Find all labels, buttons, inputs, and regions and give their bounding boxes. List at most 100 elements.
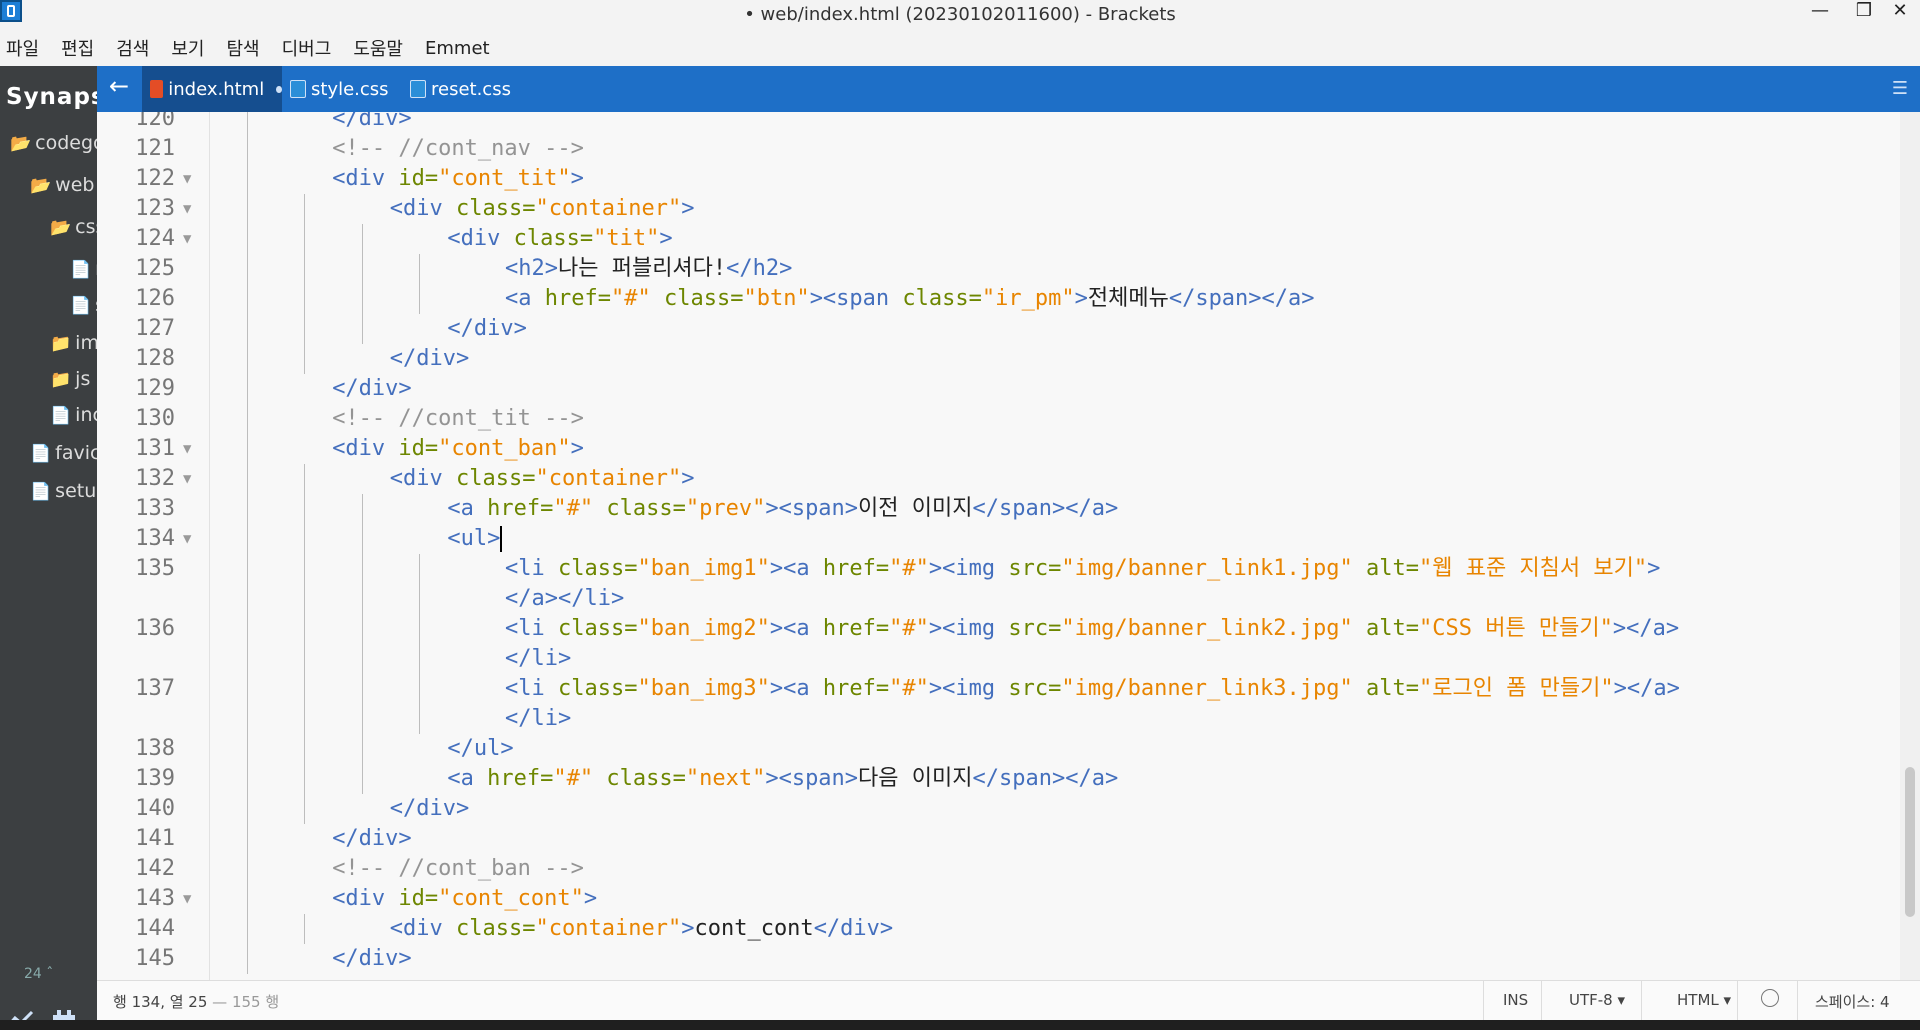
code-line[interactable]: 145 </div> bbox=[97, 944, 1900, 974]
tree-item-setup[interactable]: 📄setup bbox=[30, 480, 97, 502]
tree-item-css-file-1[interactable]: 📄r bbox=[70, 258, 97, 280]
code-token: "#" bbox=[553, 496, 607, 521]
menu-help[interactable]: 도움말 bbox=[353, 35, 403, 61]
code-line[interactable]: </li> bbox=[97, 704, 1900, 734]
code-line[interactable]: 138 </ul> bbox=[97, 734, 1900, 764]
code-text: <!-- //cont_ban --> bbox=[332, 854, 584, 884]
close-icon[interactable]: ✕ bbox=[1880, 0, 1920, 26]
fold-arrow-icon[interactable]: ▼ bbox=[183, 164, 191, 194]
indent-guide bbox=[304, 284, 306, 314]
tab-style-css[interactable]: style.css bbox=[290, 66, 389, 112]
line-number: 138 bbox=[135, 736, 175, 761]
code-token: ><span> bbox=[765, 496, 859, 521]
fold-arrow-icon[interactable]: ▼ bbox=[183, 434, 191, 464]
insert-mode-toggle[interactable]: INS bbox=[1503, 991, 1528, 1009]
line-number: 131 bbox=[135, 436, 175, 461]
code-token: ><span bbox=[809, 286, 903, 311]
encoding-select[interactable]: UTF-8 ▾ bbox=[1569, 991, 1625, 1009]
menu-hamburger-icon[interactable]: ☰ bbox=[1892, 78, 1908, 99]
tree-item-codego[interactable]: 📂codego bbox=[10, 132, 97, 154]
menu-navigate[interactable]: 탐색 bbox=[227, 35, 260, 61]
code-text: <h2>나는 퍼블리셔다!</h2> bbox=[505, 254, 792, 284]
indent-spaces[interactable]: 스페이스: 4 bbox=[1815, 991, 1890, 1012]
tree-item-index[interactable]: 📄inc bbox=[50, 404, 97, 426]
indent-guide bbox=[361, 224, 363, 254]
fold-arrow-icon[interactable]: ▼ bbox=[183, 524, 191, 554]
code-line[interactable]: 140 </div> bbox=[97, 794, 1900, 824]
editor-scrollbar[interactable] bbox=[1900, 112, 1920, 980]
code-line[interactable]: 130 <!-- //cont_tit --> bbox=[97, 404, 1900, 434]
tree-item-css-file-2[interactable]: 📄s bbox=[70, 294, 97, 316]
code-text: <div class="tit"> bbox=[447, 224, 672, 254]
folder-icon: 📁 bbox=[50, 370, 72, 390]
code-editor[interactable]: 120 </div> 121 <!-- //cont_nav --> 122 ▼ <div … bbox=[97, 112, 1900, 980]
line-number: 127 bbox=[135, 316, 175, 341]
code-token: <div bbox=[389, 196, 457, 221]
code-line[interactable]: </a></li> bbox=[97, 584, 1900, 614]
code-line[interactable]: 133 <a href="#" class="prev"><span>이전 이미지… bbox=[97, 494, 1900, 524]
code-line[interactable]: 136 <li class="ban_img2"><a href="#"><img… bbox=[97, 614, 1900, 644]
line-number: 137 bbox=[135, 676, 175, 701]
code-token: "#" bbox=[889, 556, 929, 581]
code-line[interactable]: 128 </div> bbox=[97, 344, 1900, 374]
code-line[interactable]: 126 <a href="#" class="btn"><span class="… bbox=[97, 284, 1900, 314]
back-arrow-icon[interactable]: ← bbox=[109, 72, 129, 100]
project-title[interactable]: Synapse bbox=[6, 84, 97, 110]
code-line[interactable]: 122 ▼ <div id="cont_tit"> bbox=[97, 164, 1900, 194]
indent-guide bbox=[304, 494, 306, 524]
code-text: <a href="#" class="next"><span>다음 이미지</s… bbox=[447, 764, 1118, 794]
code-line[interactable]: 120 </div> bbox=[97, 112, 1900, 134]
menu-file[interactable]: 파일 bbox=[6, 35, 39, 61]
fold-arrow-icon[interactable]: ▼ bbox=[183, 464, 191, 494]
code-line[interactable]: 144 <div class="container">cont_cont</div… bbox=[97, 914, 1900, 944]
code-line[interactable]: 127 </div> bbox=[97, 314, 1900, 344]
code-line[interactable]: 121 <!-- //cont_nav --> bbox=[97, 134, 1900, 164]
scrollbar-thumb[interactable] bbox=[1905, 767, 1915, 917]
indent-guide bbox=[246, 554, 248, 584]
line-number: 141 bbox=[135, 826, 175, 851]
tree-item-js[interactable]: 📁 js bbox=[50, 368, 90, 390]
tree-item-web[interactable]: 📂 web bbox=[30, 174, 94, 196]
code-token: "img/banner_link3.jpg" bbox=[1061, 676, 1366, 701]
code-line[interactable]: 135 <li class="ban_img1"><a href="#"><img… bbox=[97, 554, 1900, 584]
menu-find[interactable]: 검색 bbox=[116, 35, 149, 61]
linter-status-icon[interactable] bbox=[1761, 989, 1779, 1007]
fold-arrow-icon[interactable]: ▼ bbox=[183, 884, 191, 914]
code-line[interactable]: 137 <li class="ban_img3"><a href="#"><img… bbox=[97, 674, 1900, 704]
code-line[interactable]: 124 ▼ <div class="tit"> bbox=[97, 224, 1900, 254]
restore-icon[interactable]: ❒ bbox=[1844, 0, 1884, 26]
menu-emmet[interactable]: Emmet bbox=[425, 38, 490, 59]
code-line[interactable]: 143 ▼ <div id="cont_cont"> bbox=[97, 884, 1900, 914]
fold-arrow-icon[interactable]: ▼ bbox=[183, 194, 191, 224]
code-line[interactable]: 132 ▼ <div class="container"> bbox=[97, 464, 1900, 494]
code-line[interactable]: 123 ▼ <div class="container"> bbox=[97, 194, 1900, 224]
tree-item-favicon[interactable]: 📄 favic bbox=[30, 442, 97, 464]
indent-guide bbox=[361, 254, 363, 284]
code-line[interactable]: 134 ▼ <ul> bbox=[97, 524, 1900, 554]
indent-guide bbox=[246, 314, 248, 344]
code-token: ><img bbox=[928, 676, 1009, 701]
menu-view[interactable]: 보기 bbox=[171, 35, 204, 61]
code-line[interactable]: 139 <a href="#" class="next"><span>다음 이미지… bbox=[97, 764, 1900, 794]
menu-edit[interactable]: 편집 bbox=[61, 35, 94, 61]
code-text: </div> bbox=[447, 314, 526, 344]
indent-guide bbox=[361, 614, 363, 644]
code-line[interactable]: 142 <!-- //cont_ban --> bbox=[97, 854, 1900, 884]
menu-debug[interactable]: 디버그 bbox=[282, 35, 332, 61]
code-line[interactable]: 141 </div> bbox=[97, 824, 1900, 854]
code-line[interactable]: </li> bbox=[97, 644, 1900, 674]
line-number: 142 bbox=[135, 856, 175, 881]
code-line[interactable]: 129 </div> bbox=[97, 374, 1900, 404]
code-line[interactable]: 125 <h2>나는 퍼블리셔다!</h2> bbox=[97, 254, 1900, 284]
fold-arrow-icon[interactable]: ▼ bbox=[183, 224, 191, 254]
tab-reset-css[interactable]: reset.css bbox=[410, 66, 511, 112]
code-token: 전체메뉴 bbox=[1087, 286, 1169, 311]
tree-item-css[interactable]: 📂css bbox=[50, 216, 97, 238]
language-select[interactable]: HTML ▾ bbox=[1677, 991, 1731, 1009]
minimize-icon[interactable]: — bbox=[1800, 0, 1840, 26]
code-token: ><span> bbox=[765, 766, 859, 791]
folder-open-icon: 📂 bbox=[30, 176, 52, 196]
tree-item-img[interactable]: 📁 im bbox=[50, 332, 97, 354]
tab-index-html[interactable]: index.html bbox=[142, 66, 282, 112]
code-line[interactable]: 131 ▼ <div id="cont_ban"> bbox=[97, 434, 1900, 464]
